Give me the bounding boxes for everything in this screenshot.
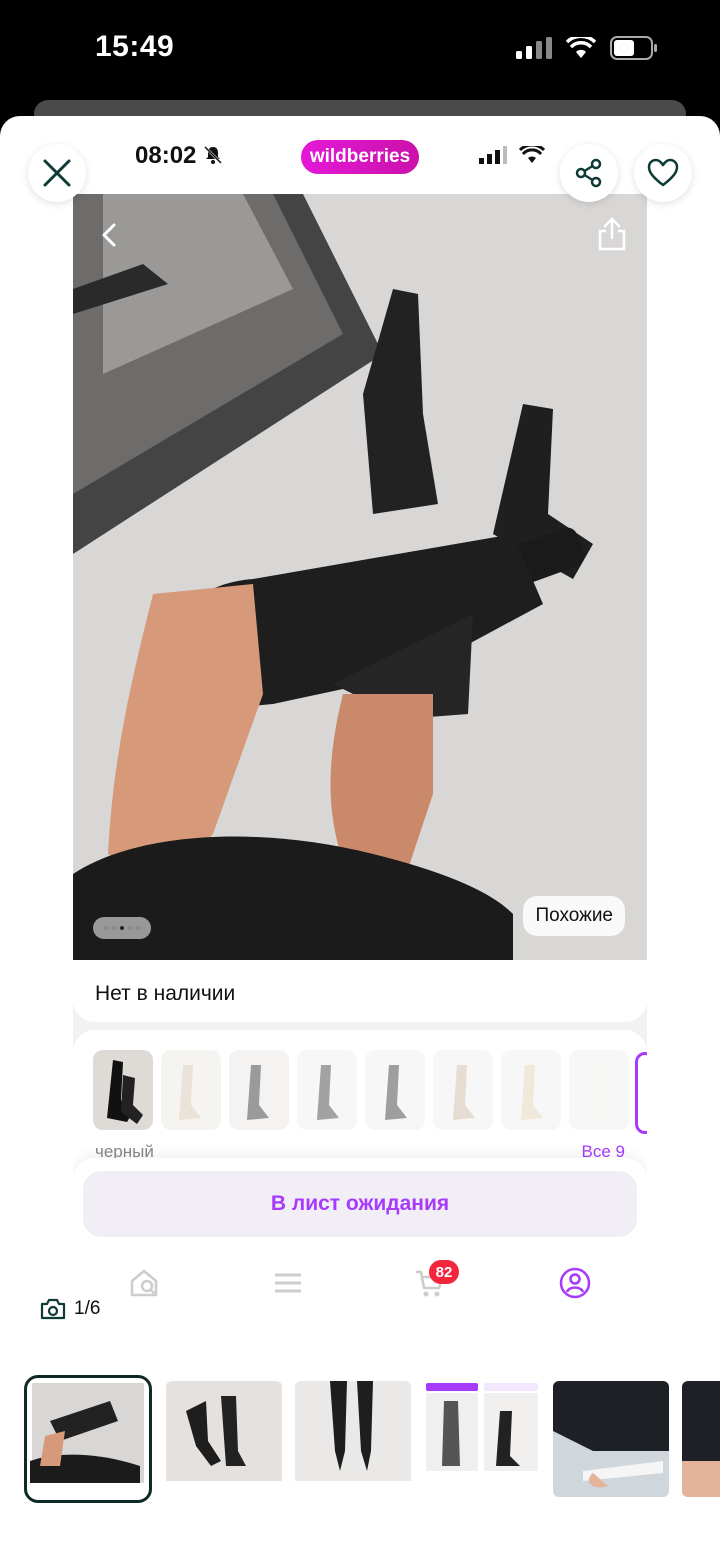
color-thumb[interactable] [433,1050,493,1130]
bottom-action-panel: В лист ожидания 82 [73,1158,647,1361]
availability-card: Нет в наличии [73,960,647,1022]
status-bar: 15:49 [0,0,720,100]
share-button[interactable] [560,144,618,202]
image-counter-text: 1/6 [74,1298,101,1319]
wildberries-logo: wildberries [301,140,419,174]
dot-active [120,926,124,930]
camera-icon [40,1298,66,1320]
inner-signal-icon [479,146,507,164]
strip-thumb-3[interactable] [295,1381,411,1497]
dot [104,926,108,930]
strip-thumb-1[interactable] [24,1375,152,1503]
product-screenshot: 08:02 wildberries Похожие Нет в наличии … [73,116,647,1361]
inner-wifi-icon [519,146,545,163]
inner-time-text: 08:02 [135,142,197,169]
color-thumb[interactable] [229,1050,289,1130]
close-icon [43,159,71,187]
share-icon [575,158,602,188]
battery-icon [610,36,657,60]
strip-thumb-6[interactable] [682,1381,720,1497]
photo-share-icon[interactable] [597,216,627,252]
image-viewer: 08:02 wildberries Похожие Нет в наличии … [0,116,720,1561]
image-counter: 1/6 [40,1298,100,1320]
thumbnail-strip [0,1361,720,1561]
bottom-navigation: 82 [73,1260,647,1310]
dot [112,926,116,930]
menu-icon[interactable] [271,1266,305,1300]
close-button[interactable] [28,144,86,202]
wait-list-button[interactable]: В лист ожидания [83,1171,637,1237]
photo-pagination-dots [93,917,151,939]
color-thumb[interactable] [365,1050,425,1130]
strip-thumb-2[interactable] [166,1381,282,1497]
color-thumb[interactable] [297,1050,357,1130]
photo-back-icon[interactable] [95,220,125,250]
bell-off-icon [204,146,222,164]
boots-photo [73,194,647,960]
signal-icon [516,37,552,59]
inner-time: 08:02 [135,142,223,170]
dot [128,926,132,930]
more-colors-indicator [635,1052,647,1134]
cart-badge: 82 [429,1260,459,1284]
color-thumb[interactable] [161,1050,221,1130]
wifi-icon [566,37,596,58]
strip-thumb-5[interactable] [553,1381,669,1497]
favorite-button[interactable] [634,144,692,202]
strip-thumb-4[interactable] [424,1381,540,1497]
similar-button[interactable]: Похожие [523,896,625,936]
color-thumb[interactable] [569,1050,629,1130]
color-thumbnails [93,1050,629,1130]
product-photo[interactable]: Похожие [73,194,647,960]
dot [136,926,140,930]
color-thumb[interactable] [501,1050,561,1130]
status-time: 15:49 [95,30,175,63]
profile-icon[interactable] [558,1266,592,1300]
color-thumb-black[interactable] [93,1050,153,1130]
home-search-icon[interactable] [128,1266,162,1300]
out-of-stock-label: Нет в наличии [95,982,236,1005]
heart-icon [647,158,679,187]
status-icons [516,36,658,60]
